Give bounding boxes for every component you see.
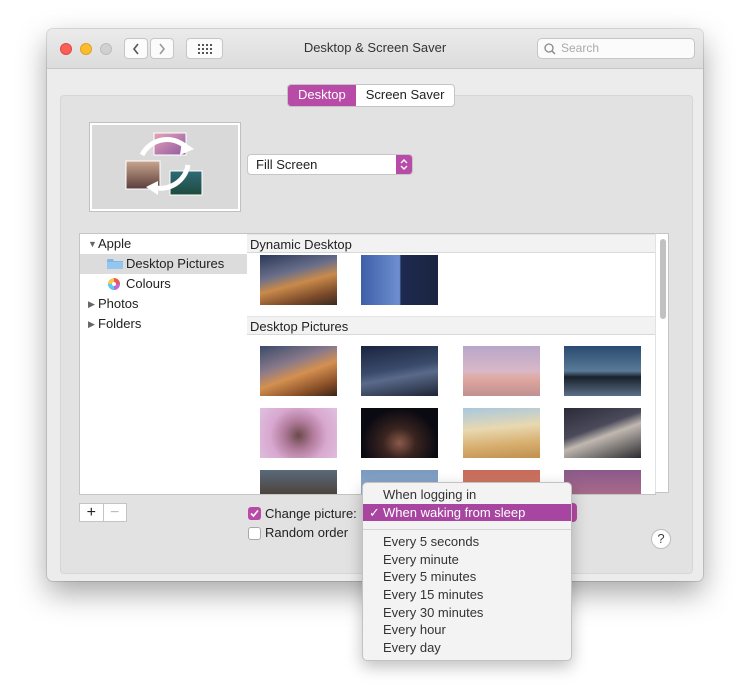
wallpaper-thumbnail[interactable] <box>361 408 438 458</box>
menu-separator <box>363 529 571 530</box>
rotating-pictures-icon <box>125 132 203 196</box>
sidebar-item-desktop-pictures[interactable]: Desktop Pictures <box>80 254 248 274</box>
dropdown-arrows-icon <box>396 155 412 174</box>
picture-grid: Dynamic Desktop Desktop Pictures <box>247 233 656 495</box>
change-interval-menu: When logging in ✓ When waking from sleep… <box>362 482 572 661</box>
search-icon <box>544 43 556 55</box>
change-picture-label: Change picture: <box>265 506 357 521</box>
wallpaper-thumbnail[interactable] <box>564 470 641 494</box>
sidebar-item-photos[interactable]: ▶ Photos <box>80 294 248 314</box>
menu-item-every-15-minutes[interactable]: Every 15 minutes <box>363 586 571 603</box>
wallpaper-thumbnail[interactable] <box>564 346 641 396</box>
menu-item-label: When waking from sleep <box>383 505 526 520</box>
disclosure-open-icon: ▼ <box>88 239 97 249</box>
add-folder-button[interactable]: + <box>80 504 104 521</box>
wallpaper-thumbnail[interactable] <box>564 408 641 458</box>
menu-item-every-minute[interactable]: Every minute <box>363 551 571 568</box>
search-placeholder: Search <box>561 41 600 55</box>
sidebar-item-label: Colours <box>126 276 171 291</box>
menu-item-when-logging-in[interactable]: When logging in <box>363 486 571 503</box>
random-order-checkbox[interactable] <box>248 527 261 540</box>
fit-mode-value: Fill Screen <box>256 157 318 172</box>
sidebar-item-label: Desktop Pictures <box>126 256 225 271</box>
section-header-desktop-pictures: Desktop Pictures <box>247 316 655 335</box>
menu-item-every-5-seconds[interactable]: Every 5 seconds <box>363 533 571 550</box>
menu-item-every-30-minutes[interactable]: Every 30 minutes <box>363 604 571 621</box>
folder-icon <box>107 259 123 269</box>
checkmark-icon <box>250 509 259 518</box>
section-header-dynamic-desktop: Dynamic Desktop <box>247 234 655 253</box>
search-field[interactable]: Search <box>537 38 695 59</box>
wallpaper-thumbnail[interactable] <box>260 255 337 305</box>
menu-item-when-waking-from-sleep[interactable]: ✓ When waking from sleep <box>363 504 571 521</box>
sidebar-item-label: Apple <box>98 236 132 251</box>
menu-item-every-hour[interactable]: Every hour <box>363 621 571 638</box>
disclosure-closed-icon: ▶ <box>88 319 95 329</box>
sidebar-item-apple[interactable]: ▼ Apple <box>80 234 248 254</box>
change-picture-checkbox[interactable] <box>248 507 261 520</box>
sidebar-item-folders[interactable]: ▶ Folders <box>80 314 248 334</box>
title-bar: Desktop & Screen Saver Search <box>47 29 703 69</box>
tab-screen-saver[interactable]: Screen Saver <box>356 85 455 106</box>
checkmark-icon: ✓ <box>369 505 380 520</box>
wallpaper-thumbnail[interactable] <box>361 346 438 396</box>
wallpaper-thumbnail[interactable] <box>463 346 540 396</box>
wallpaper-thumbnail[interactable] <box>463 408 540 458</box>
help-button[interactable]: ? <box>651 529 671 549</box>
fit-mode-dropdown[interactable]: Fill Screen <box>247 154 413 175</box>
wallpaper-thumbnail[interactable] <box>260 346 337 396</box>
colour-wheel-icon <box>108 278 120 290</box>
source-list: ▼ Apple Desktop Pictures Colours ▶ Photo… <box>79 233 249 495</box>
wallpaper-thumbnail[interactable] <box>260 470 337 494</box>
scrollbar-thumb[interactable] <box>660 239 666 319</box>
add-remove-control: + − <box>79 503 127 522</box>
tab-desktop[interactable]: Desktop <box>288 85 356 106</box>
random-order-label: Random order <box>265 525 349 540</box>
desktop-preview <box>89 122 241 212</box>
disclosure-closed-icon: ▶ <box>88 299 95 309</box>
sidebar-item-label: Folders <box>98 316 142 331</box>
tab-bar: Desktop Screen Saver <box>287 84 456 107</box>
menu-item-every-5-minutes[interactable]: Every 5 minutes <box>363 568 571 585</box>
sidebar-item-label: Photos <box>98 296 139 311</box>
menu-item-every-day[interactable]: Every day <box>363 639 571 656</box>
remove-folder-button[interactable]: − <box>104 504 127 521</box>
grid-scrollbar[interactable] <box>655 233 669 493</box>
wallpaper-thumbnail[interactable] <box>260 408 337 458</box>
wallpaper-thumbnail[interactable] <box>361 255 438 305</box>
sidebar-item-colours[interactable]: Colours <box>80 274 248 294</box>
